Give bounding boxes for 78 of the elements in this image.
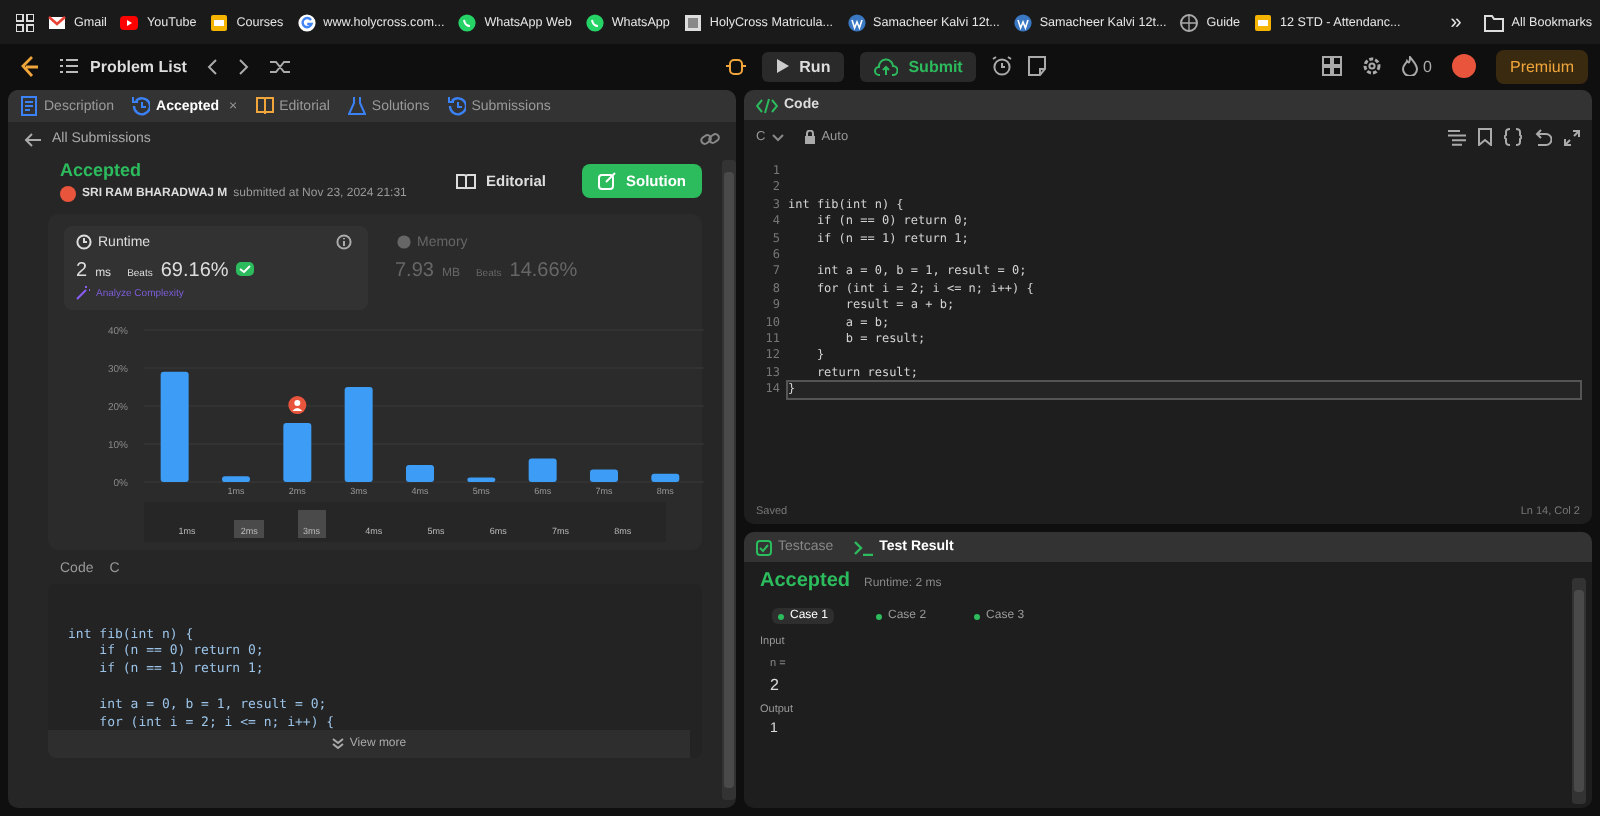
lock-icon: [803, 130, 816, 144]
note-icon[interactable]: [1028, 56, 1047, 76]
chat-bubble-icon: [458, 13, 477, 31]
flask-icon: [347, 96, 366, 116]
braces-icon[interactable]: [1504, 128, 1522, 146]
checkbox-icon: [756, 539, 772, 555]
apps-grid-icon[interactable]: [16, 13, 34, 31]
cloud-upload-icon: [874, 57, 899, 75]
beats-percent: 69.16%: [160, 260, 229, 282]
chart-bar[interactable]: [651, 473, 680, 482]
chart-bar[interactable]: [160, 371, 189, 482]
w-circle-icon: [847, 13, 865, 31]
format-icon[interactable]: [1448, 129, 1466, 145]
document-icon: [20, 96, 38, 116]
undo-icon[interactable]: [1534, 128, 1552, 146]
chart-bar[interactable]: [283, 423, 312, 482]
chat-bubble-icon: [585, 13, 604, 31]
pass-dot-icon: [974, 613, 981, 619]
g-letter-icon: [297, 13, 316, 31]
metric-value: 7.93: [395, 260, 434, 282]
link-icon[interactable]: [700, 130, 720, 148]
play-icon: [775, 58, 790, 74]
code-icon: [756, 97, 778, 113]
w-circle-icon: [1013, 13, 1032, 31]
folder-icon: [1483, 13, 1504, 31]
book-icon: [255, 96, 274, 116]
chevron-right-icon[interactable]: [238, 57, 251, 75]
chart-bar[interactable]: [344, 387, 373, 482]
clock-arrow-icon: [132, 96, 151, 116]
clock-icon: [76, 234, 92, 250]
logo-icon[interactable]: [20, 55, 40, 77]
more-bookmarks-button[interactable]: »: [1450, 11, 1462, 33]
input-value: 2: [770, 676, 781, 694]
scrollbar[interactable]: [1572, 578, 1586, 804]
page-icon: [683, 13, 702, 31]
scrollbar[interactable]: [722, 160, 736, 800]
expand-icon[interactable]: [1564, 129, 1580, 145]
info-icon[interactable]: [335, 234, 351, 250]
metric-value: 2: [76, 260, 88, 282]
settings-icon[interactable]: [1361, 56, 1382, 76]
chart-bar[interactable]: [406, 464, 434, 482]
slides-icon: [210, 13, 229, 31]
badge-icon: [236, 262, 255, 276]
edit-icon: [598, 172, 616, 190]
submission-status: Accepted: [60, 160, 144, 180]
user-avatar[interactable]: [1451, 54, 1476, 78]
globe-icon: [1180, 13, 1199, 31]
slides-icon: [1254, 13, 1273, 31]
chart-bar[interactable]: [590, 469, 618, 482]
alarm-clock-icon[interactable]: [992, 56, 1013, 76]
chevron-down-icon: [771, 133, 784, 141]
book-icon: [455, 173, 476, 189]
submit-button[interactable]: Submit: [860, 51, 977, 81]
user-avatar[interactable]: [60, 186, 76, 202]
beats-percent: 14.66%: [509, 260, 578, 282]
bookmark-icon[interactable]: [1478, 128, 1492, 146]
pass-dot-icon: [778, 613, 784, 619]
premium-button[interactable]: Premium: [1495, 49, 1588, 83]
list-icon: [60, 58, 78, 74]
streak-counter[interactable]: 0: [1401, 56, 1432, 76]
shuffle-icon[interactable]: [270, 57, 291, 75]
double-chevron-down-icon: [331, 738, 344, 751]
chart-bar[interactable]: [467, 477, 496, 482]
envelope-icon: [48, 13, 66, 31]
clock-arrow-icon: [447, 96, 466, 116]
pass-dot-icon: [876, 613, 883, 619]
arrow-left-icon: [24, 131, 42, 147]
flame-icon: [1401, 56, 1418, 76]
chart-bar[interactable]: [528, 458, 557, 482]
chart-bar[interactable]: [222, 476, 250, 482]
layout-icon[interactable]: [1321, 56, 1342, 76]
terminal-prompt-icon: [853, 539, 874, 555]
chevron-left-icon[interactable]: [206, 57, 219, 75]
play-icon: [120, 13, 139, 31]
run-button[interactable]: Run: [761, 51, 845, 81]
result-status: Accepted: [760, 570, 851, 592]
problem-list-button[interactable]: Problem List: [60, 57, 187, 75]
wand-icon: [76, 286, 90, 300]
